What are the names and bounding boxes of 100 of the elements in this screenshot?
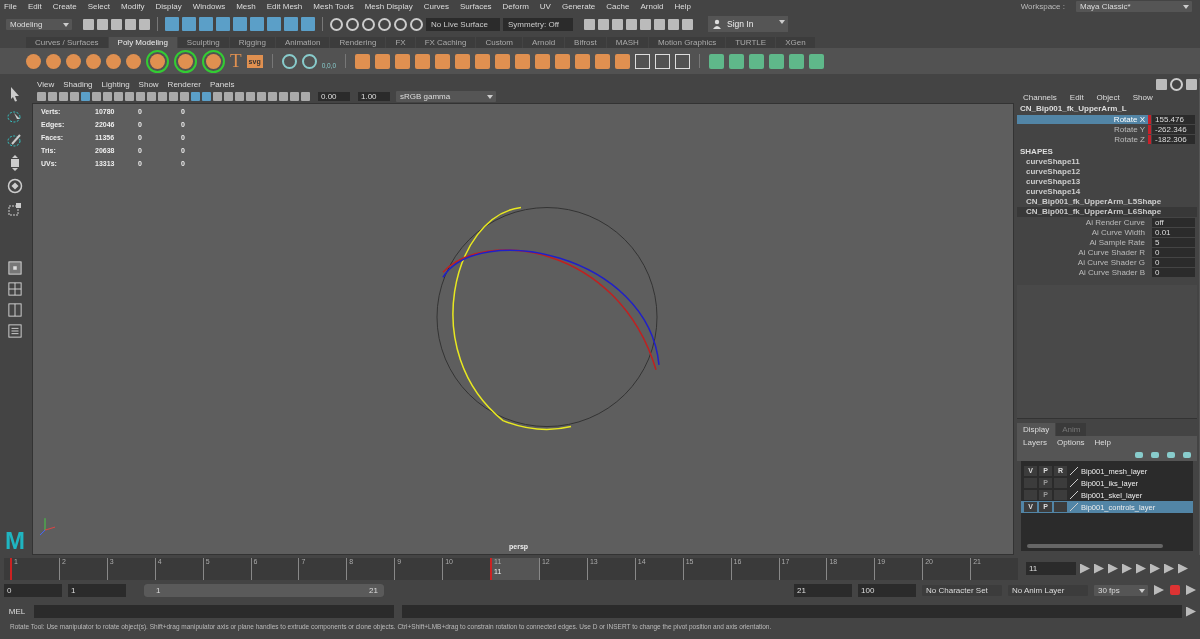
- channel-name[interactable]: Ai Sample Rate: [1017, 237, 1148, 247]
- edit-tool-icon[interactable]: [635, 53, 651, 69]
- visibility-toggle[interactable]: [1024, 490, 1037, 500]
- menu-item[interactable]: Arnold: [640, 2, 664, 11]
- gamma-field[interactable]: 1.00: [358, 92, 390, 101]
- panel-menu-item[interactable]: Panels: [209, 79, 235, 89]
- panel-menu-item[interactable]: Renderer: [167, 79, 201, 89]
- tool-icon[interactable]: [1186, 78, 1197, 90]
- channel-box-menu-item[interactable]: Channels: [1023, 92, 1057, 102]
- fps-dropdown[interactable]: 30 fps: [1094, 584, 1148, 596]
- uv-tool-icon[interactable]: [789, 53, 805, 69]
- menu-item[interactable]: Modify: [120, 2, 145, 11]
- live-surface-field[interactable]: No Live Surface: [426, 17, 500, 31]
- shelf-tab[interactable]: Sculpting: [177, 37, 229, 48]
- shelf-tab[interactable]: Rigging: [229, 37, 275, 48]
- channel-box-menu-item[interactable]: Object: [1096, 92, 1120, 102]
- channel-value[interactable]: 0: [1152, 247, 1195, 257]
- mesh-tool-icon[interactable]: [475, 53, 491, 69]
- tool-icon[interactable]: [1156, 78, 1167, 90]
- menu-item[interactable]: Cache: [606, 2, 630, 11]
- playback-control-icon[interactable]: [1136, 563, 1146, 574]
- end-frame-field[interactable]: 100: [858, 583, 916, 597]
- menu-item[interactable]: File: [4, 2, 17, 11]
- rotate-icon[interactable]: [7, 178, 23, 194]
- start-frame-field[interactable]: 0: [4, 583, 62, 597]
- layer-menu-item[interactable]: Options: [1057, 438, 1085, 447]
- primitive-icon[interactable]: [66, 53, 81, 69]
- uv-tool-icon[interactable]: [709, 53, 725, 69]
- mesh-tool-icon[interactable]: [375, 53, 391, 69]
- anim-layer-dropdown[interactable]: No Anim Layer: [1008, 584, 1088, 596]
- channel-value[interactable]: 5: [1152, 237, 1195, 247]
- menu-item[interactable]: Curves: [423, 2, 449, 11]
- layer-menu-item[interactable]: Help: [1094, 438, 1112, 447]
- panel-menu-item[interactable]: View: [37, 79, 55, 89]
- shelf-tab[interactable]: XGen: [776, 37, 815, 48]
- shelf-tab[interactable]: Poly Modeling: [108, 37, 177, 48]
- channel-value[interactable]: 0: [1152, 267, 1195, 277]
- tool-icon[interactable]: [378, 17, 391, 31]
- tool-icon[interactable]: [83, 18, 94, 30]
- channel-name[interactable]: Ai Curve Width: [1017, 227, 1148, 237]
- uv-tool-icon[interactable]: [729, 53, 745, 69]
- shelf-tab[interactable]: Custom: [476, 37, 522, 48]
- primitive-icon[interactable]: [106, 53, 121, 69]
- tool-icon[interactable]: [346, 17, 359, 31]
- channel-box-menu-item[interactable]: Show: [1132, 92, 1153, 102]
- workspace-dropdown[interactable]: Maya Classic*: [1076, 1, 1192, 12]
- uv-tool-icon[interactable]: [809, 53, 825, 69]
- edit-tool-icon[interactable]: [675, 53, 691, 69]
- single-pane-icon[interactable]: [8, 261, 22, 275]
- menu-item[interactable]: Create: [52, 2, 77, 11]
- lasso-icon[interactable]: [7, 109, 23, 125]
- shape-name[interactable]: curveShape14: [1017, 187, 1197, 197]
- exposure-field[interactable]: 0.00: [318, 92, 350, 101]
- mesh-tool-icon[interactable]: [575, 53, 591, 69]
- mesh-tool-icon[interactable]: [515, 53, 531, 69]
- mesh-tool-icon[interactable]: [415, 53, 431, 69]
- primitive-icon[interactable]: [126, 53, 141, 69]
- shape-name[interactable]: curveShape11: [1017, 157, 1197, 167]
- tool-icon[interactable]: [139, 18, 150, 30]
- menu-item[interactable]: Help: [674, 2, 691, 11]
- primitive-icon[interactable]: [46, 53, 61, 69]
- channel-name[interactable]: Rotate X: [1017, 114, 1148, 124]
- menu-item[interactable]: Display: [155, 2, 182, 11]
- tool-icon[interactable]: [97, 18, 108, 30]
- mesh-tool-icon[interactable]: [615, 53, 631, 69]
- shape-name[interactable]: CN_Bip001_fk_UpperArm_L5Shape: [1017, 197, 1197, 207]
- playback-control-icon[interactable]: [1178, 563, 1188, 574]
- menu-item[interactable]: Edit: [27, 2, 42, 11]
- shelf-tab[interactable]: Motion Graphics: [648, 37, 726, 48]
- playback-control-icon[interactable]: [1150, 563, 1160, 574]
- tool-icon[interactable]: [330, 17, 343, 31]
- mesh-tool-icon[interactable]: [495, 53, 511, 69]
- playback-start-field[interactable]: 1: [68, 583, 126, 597]
- menu-item[interactable]: Generate: [561, 2, 596, 11]
- menu-item[interactable]: Mesh Display: [364, 2, 413, 11]
- script-language-label[interactable]: MEL: [4, 607, 30, 616]
- shelf-tab[interactable]: Bifrost: [565, 37, 606, 48]
- mode-dropdown[interactable]: Modeling: [6, 18, 72, 30]
- symmetry-field[interactable]: Symmetry: Off: [503, 17, 573, 31]
- mesh-tool-icon[interactable]: [435, 53, 451, 69]
- uv-tool-icon[interactable]: [749, 53, 765, 69]
- channel-name[interactable]: Ai Curve Shader B: [1017, 267, 1148, 277]
- tool-icon[interactable]: [394, 17, 407, 31]
- playback-control-icon[interactable]: [1108, 563, 1118, 574]
- playback-end-field[interactable]: 21: [794, 583, 852, 597]
- tool-icon[interactable]: [301, 53, 317, 69]
- two-pane-icon[interactable]: [8, 303, 22, 317]
- channel-value[interactable]: 155.476: [1152, 114, 1195, 124]
- tool-icon[interactable]: [410, 17, 423, 31]
- reference-toggle[interactable]: [1054, 490, 1067, 500]
- channel-name[interactable]: Rotate Y: [1017, 124, 1148, 134]
- channel-value[interactable]: 0.01: [1152, 227, 1195, 237]
- menu-item[interactable]: Windows: [192, 2, 226, 11]
- shape-name[interactable]: curveShape13: [1017, 177, 1197, 187]
- panel-menu-item[interactable]: Lighting: [101, 79, 130, 89]
- playback-control-icon[interactable]: [1094, 563, 1104, 574]
- channel-box-menu-item[interactable]: Edit: [1069, 92, 1084, 102]
- mesh-tool-icon[interactable]: [555, 53, 571, 69]
- layer-menu-item[interactable]: Layers: [1023, 438, 1047, 447]
- shape-name[interactable]: curveShape12: [1017, 167, 1197, 177]
